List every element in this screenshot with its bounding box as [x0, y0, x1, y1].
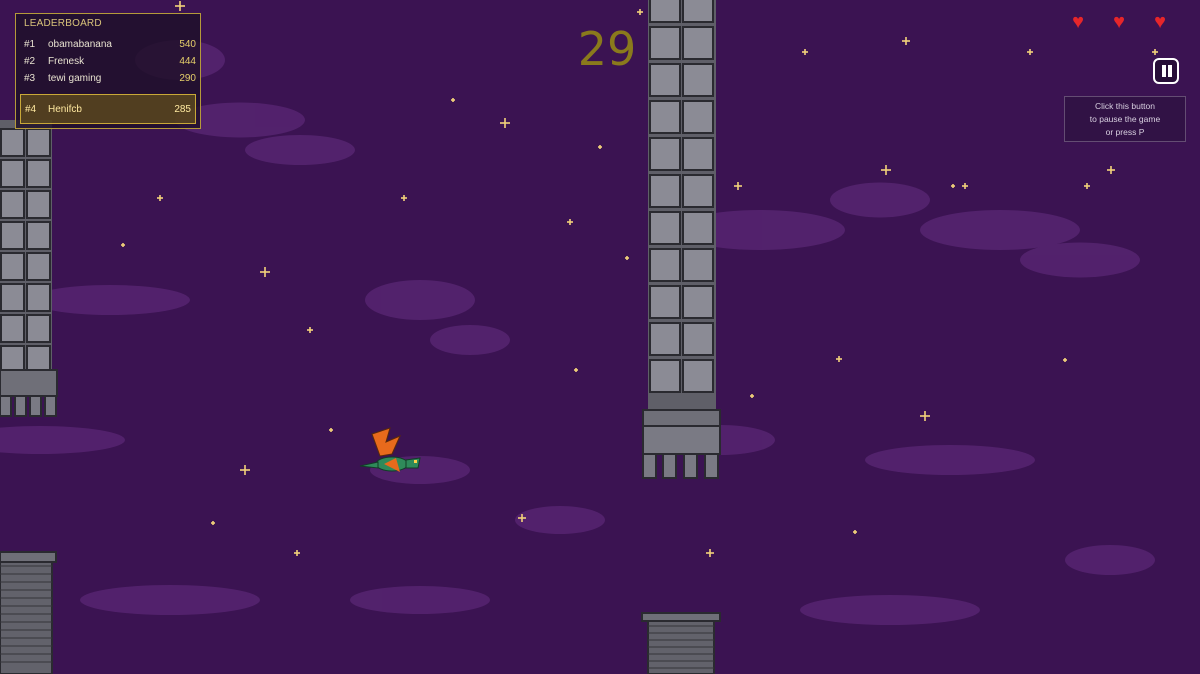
leaderboard-name: obamabanana [48, 39, 112, 50]
brick [26, 128, 51, 157]
lives-hearts: ♥ ♥ ♥ [1064, 12, 1184, 34]
heart-icon: ♥ [1113, 11, 1125, 33]
brick [682, 26, 714, 60]
pause-icon [1162, 65, 1166, 77]
pause-hint-line: to pause the game [1089, 114, 1161, 124]
brick [26, 345, 51, 374]
brick [682, 174, 714, 208]
tower-top-middle [642, 0, 721, 479]
leaderboard-rank: #3 [24, 73, 36, 84]
brick [0, 221, 25, 250]
leaderboard-rank: #1 [24, 39, 36, 50]
brick [649, 174, 681, 208]
brick [682, 137, 714, 171]
leaderboard-name: Frenesk [48, 56, 85, 67]
current-score: 29 [577, 22, 637, 76]
leaderboard-current-player: #4 Henifcb 285 [20, 94, 196, 124]
brick [682, 359, 714, 393]
leaderboard-rank: #2 [24, 56, 36, 67]
cloud [430, 325, 510, 355]
cloud [245, 135, 355, 165]
leaderboard-name: Henifcb [48, 104, 82, 115]
brick [0, 252, 25, 281]
leaderboard-score: 285 [174, 104, 191, 115]
brick [682, 285, 714, 319]
brick [649, 359, 681, 393]
brick [649, 63, 681, 97]
brick [682, 63, 714, 97]
brick [649, 100, 681, 134]
brick [0, 190, 25, 219]
heart-icon: ♥ [1154, 11, 1166, 33]
cloud [515, 506, 605, 534]
leaderboard-row: #2 Frenesk 444 [24, 56, 196, 70]
brick [649, 322, 681, 356]
brick [649, 0, 681, 23]
brick [682, 211, 714, 245]
cloud [350, 586, 490, 614]
leaderboard-name: tewi gaming [48, 73, 102, 84]
leaderboard-panel: LEADERBOARD #1 obamabanana 540 #2 Frenes… [15, 13, 201, 129]
brick [0, 314, 25, 343]
brick [26, 252, 51, 281]
heart-icon: ♥ [1072, 11, 1084, 33]
cloud [1065, 545, 1155, 575]
brick [649, 285, 681, 319]
cloud [865, 445, 1035, 475]
brick [682, 248, 714, 282]
brick [26, 190, 51, 219]
pause-hint-line: or press P [1105, 127, 1145, 137]
tower-bottom-middle [641, 612, 721, 674]
brick [649, 137, 681, 171]
brick [682, 0, 714, 23]
brick [0, 128, 25, 157]
leaderboard-score: 444 [179, 56, 196, 67]
brick [682, 322, 714, 356]
cloud [1020, 242, 1140, 278]
brick [649, 211, 681, 245]
brick [649, 26, 681, 60]
brick [649, 248, 681, 282]
cloud [365, 280, 475, 320]
brick [682, 100, 714, 134]
brick [0, 345, 25, 374]
tower-bottom-left [0, 551, 57, 674]
cloud [30, 285, 190, 315]
brick [0, 283, 25, 312]
leaderboard-score: 290 [179, 73, 196, 84]
brick [26, 159, 51, 188]
leaderboard-title: LEADERBOARD [24, 18, 102, 29]
cloud [830, 182, 930, 218]
cloud [80, 585, 260, 615]
pause-icon [1168, 65, 1172, 77]
brick [0, 159, 25, 188]
leaderboard-row: #3 tewi gaming 290 [24, 73, 196, 87]
pause-button[interactable] [1153, 58, 1179, 84]
tower-top-left [0, 120, 58, 417]
leaderboard-row: #1 obamabanana 540 [24, 39, 196, 53]
cloud [800, 595, 980, 625]
brick [26, 221, 51, 250]
brick [26, 314, 51, 343]
pause-hint-tooltip: Click this button to pause the game or p… [1064, 96, 1186, 142]
brick [26, 283, 51, 312]
pause-hint-line: Click this button [1095, 101, 1155, 111]
leaderboard-rank: #4 [25, 104, 37, 115]
leaderboard-score: 540 [179, 39, 196, 50]
